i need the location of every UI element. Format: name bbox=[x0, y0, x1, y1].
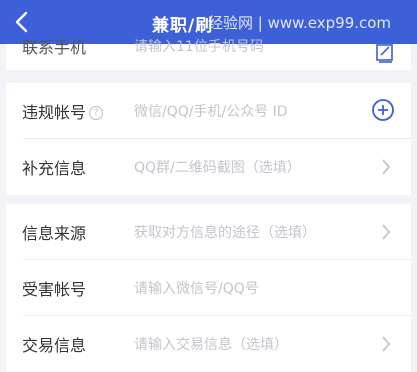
plus-circle-icon[interactable] bbox=[371, 98, 395, 122]
transaction-label: 交易信息 bbox=[22, 336, 87, 355]
violation-account-label: 违规帐号? bbox=[22, 99, 104, 123]
info-source-label: 信息来源 bbox=[22, 224, 87, 243]
victim-account-row[interactable]: 受害帐号 请输入微信号/QQ号 bbox=[6, 260, 411, 316]
help-icon[interactable]: ? bbox=[89, 106, 104, 120]
form-card-source: 信息来源 获取对方信息的途径（选填） 受害帐号 请输入微信号/QQ号 交易信息 … bbox=[6, 204, 411, 372]
chevron-right-icon bbox=[382, 224, 391, 240]
form-card-account: 违规帐号? 微信/QQ/手机/公众号 ID 补充信息 QQ群/二维码截图（选填） bbox=[6, 83, 411, 195]
edit-icon[interactable] bbox=[374, 42, 396, 64]
transaction-input[interactable]: 请输入交易信息（选填） bbox=[134, 334, 288, 354]
page-title: 兼职/刷 bbox=[152, 16, 214, 36]
contact-input[interactable]: 请输入11位手机号码 bbox=[134, 36, 264, 56]
chevron-right-icon bbox=[382, 159, 391, 175]
contact-label: 联系手机 bbox=[22, 38, 87, 57]
info-source-input[interactable]: 获取对方信息的途径（选填） bbox=[134, 222, 316, 242]
info-source-row[interactable]: 信息来源 获取对方信息的途径（选填） bbox=[6, 204, 411, 260]
victim-account-input[interactable]: 请输入微信号/QQ号 bbox=[134, 278, 259, 298]
violation-account-row[interactable]: 违规帐号? 微信/QQ/手机/公众号 ID bbox=[6, 83, 411, 139]
violation-account-input[interactable]: 微信/QQ/手机/公众号 ID bbox=[134, 101, 288, 121]
victim-account-label: 受害帐号 bbox=[22, 280, 87, 299]
supplement-input[interactable]: QQ群/二维码截图（选填） bbox=[134, 157, 301, 177]
chevron-right-icon bbox=[382, 336, 391, 352]
watermark-text: 经验网 | www.exp99.com bbox=[208, 14, 392, 32]
form-card-top: 联系手机 请输入11位手机号码 bbox=[6, 38, 411, 70]
transaction-row[interactable]: 交易信息 请输入交易信息（选填） bbox=[6, 316, 411, 372]
supplement-label: 补充信息 bbox=[22, 159, 87, 178]
back-arrow-icon[interactable] bbox=[10, 9, 34, 35]
supplement-row[interactable]: 补充信息 QQ群/二维码截图（选填） bbox=[6, 139, 411, 195]
